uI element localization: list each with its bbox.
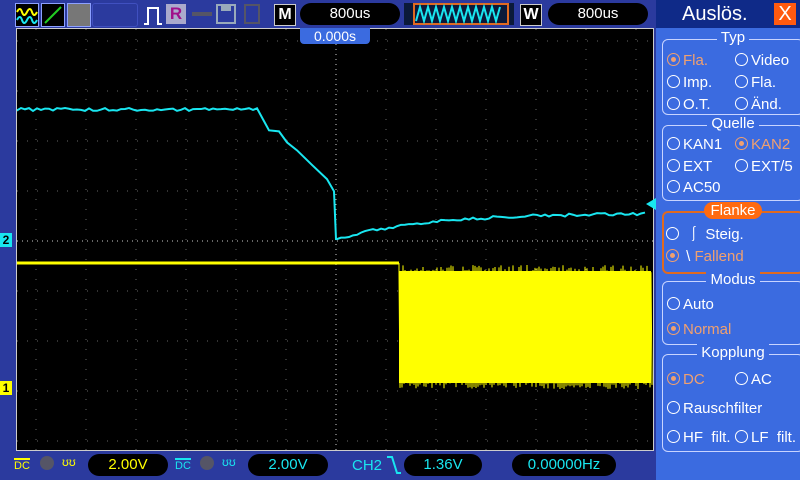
source-ac50-option[interactable]: AC50 — [667, 179, 721, 196]
source-kan1-option[interactable]: KAN1 — [667, 136, 722, 153]
slope-falling-option[interactable]: \ Fallend — [666, 248, 744, 265]
lf-filter-option[interactable]: LF filt. — [735, 429, 796, 446]
close-button[interactable]: X — [774, 3, 796, 25]
ch1-scale-display[interactable]: 2.00V — [88, 454, 168, 476]
save-icon[interactable] — [216, 4, 236, 24]
channel-waves-icon[interactable] — [15, 3, 39, 27]
hf-filter-option[interactable]: HF filt. — [667, 429, 731, 446]
typ-ot-option[interactable]: O.T. — [667, 96, 711, 113]
coupling-dc-option[interactable]: DC — [667, 371, 705, 388]
modus-group: Modus Auto Normal — [662, 281, 800, 345]
kopplung-group: Kopplung DC AC Rauschfilter HF filt. LF … — [662, 354, 800, 452]
main-timebase-label: M — [274, 4, 296, 26]
printer-icon[interactable] — [242, 4, 262, 24]
pulse-icon[interactable] — [143, 4, 165, 26]
ch2-level-marker[interactable]: 2 — [0, 233, 12, 247]
trigger-source-label: CH2 — [352, 457, 382, 474]
source-ext5-option[interactable]: EXT/5 — [735, 158, 793, 175]
timebase-display[interactable]: 800us — [300, 3, 400, 25]
typ-group: Typ Fla. Video Imp. Fla. O.T. Änd. — [662, 39, 800, 115]
xy-mode-icon[interactable] — [41, 3, 65, 27]
mode-auto-option[interactable]: Auto — [667, 296, 714, 313]
ch2-coupling-icon[interactable]: DC — [175, 458, 191, 472]
modus-title: Modus — [706, 271, 759, 288]
flanke-group: Flanke ⎰ Steig. \ Fallend — [662, 211, 800, 274]
ch1-coupling-icon[interactable]: DC — [14, 458, 30, 472]
typ-video-option[interactable]: Video — [735, 52, 789, 69]
ch1-level-marker[interactable]: 1 — [0, 381, 12, 395]
source-kan2-option[interactable]: KAN2 — [735, 136, 790, 153]
key-lock-icon[interactable] — [192, 12, 212, 16]
ch2-trace — [17, 108, 645, 239]
coupling-ac-option[interactable]: AC — [735, 371, 772, 388]
trigger-level-display[interactable]: 1.36V — [404, 454, 482, 476]
run-state-button[interactable]: R — [166, 4, 186, 24]
slope-rising-option[interactable]: ⎰ Steig. — [666, 223, 744, 244]
ch2-scale-display[interactable]: 2.00V — [248, 454, 328, 476]
trigger-menu-panel: Auslös. X Typ Fla. Video Imp. Fla. O.T. … — [656, 0, 800, 480]
quelle-title: Quelle — [707, 115, 758, 132]
typ-alt-option[interactable]: Änd. — [735, 96, 782, 113]
ch1-trace-fill — [399, 271, 651, 383]
window-timebase-display[interactable]: 800us — [548, 3, 648, 25]
blank-slot — [92, 3, 138, 27]
ch2-invert-icon: ʊʊ — [222, 455, 236, 469]
noise-filter-option[interactable]: Rauschfilter — [667, 400, 762, 417]
typ-pulse-option[interactable]: Imp. — [667, 74, 712, 91]
typ-title: Typ — [717, 29, 749, 46]
typ-slope-option[interactable]: Fla. — [735, 74, 776, 91]
falling-edge-icon — [386, 455, 402, 475]
kopplung-title: Kopplung — [697, 344, 768, 361]
waveform-display[interactable] — [16, 28, 654, 451]
ch1-bandwidth-icon — [40, 456, 54, 470]
mode-normal-option[interactable]: Normal — [667, 321, 731, 338]
source-ext-option[interactable]: EXT — [667, 158, 712, 175]
ch2-bandwidth-icon — [200, 456, 214, 470]
quelle-group: Quelle KAN1 KAN2 EXT EXT/5 AC50 — [662, 125, 800, 201]
flanke-title: Flanke — [704, 202, 761, 219]
frequency-display: 0.00000Hz — [512, 454, 616, 476]
typ-edge-option[interactable]: Fla. — [667, 52, 708, 69]
window-overview[interactable] — [404, 3, 514, 25]
ch1-invert-icon: ʊʊ — [62, 455, 76, 469]
trigger-position-marker[interactable]: 0.000s — [300, 28, 370, 44]
persistence-icon[interactable] — [67, 3, 91, 27]
trigger-level-marker[interactable] — [646, 198, 656, 210]
window-timebase-label: W — [520, 4, 542, 26]
